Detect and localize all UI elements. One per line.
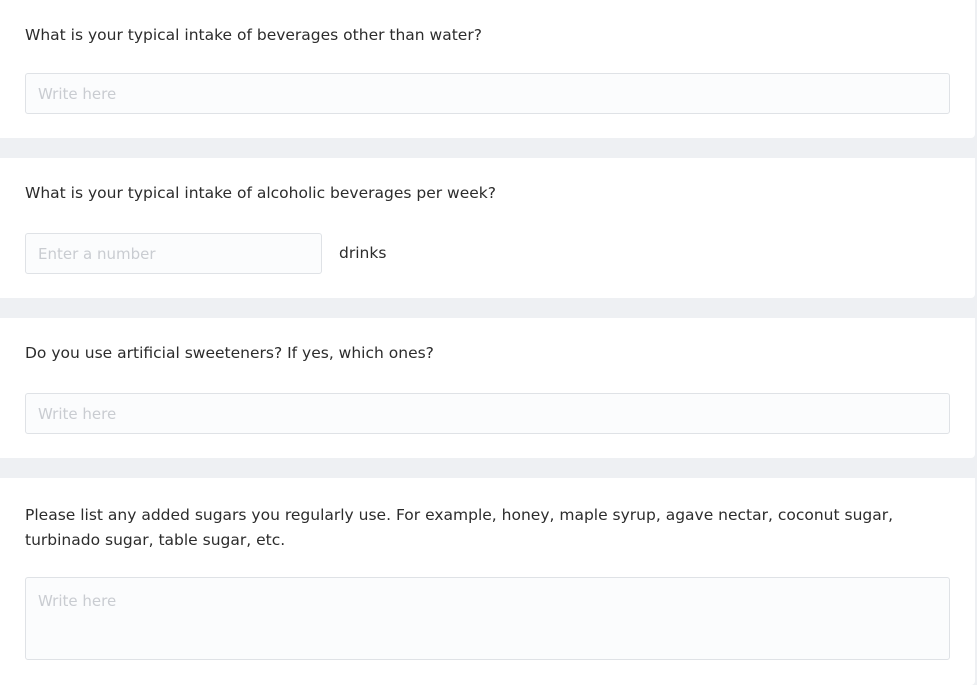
question-label: Do you use artificial sweeteners? If yes… (25, 344, 434, 362)
question-card-added-sugars: Please list any added sugars you regular… (0, 478, 975, 685)
question-card-sweeteners: Do you use artificial sweeteners? If yes… (0, 318, 975, 458)
added-sugars-textarea[interactable] (25, 577, 950, 660)
alcohol-number-input[interactable] (25, 233, 322, 274)
question-card-alcohol: What is your typical intake of alcoholic… (0, 158, 975, 298)
beverages-input[interactable] (25, 73, 950, 114)
question-label: What is your typical intake of beverages… (25, 26, 482, 44)
question-label: Please list any added sugars you regular… (25, 506, 894, 549)
sweeteners-input[interactable] (25, 393, 950, 434)
unit-label: drinks (339, 244, 387, 262)
question-label: What is your typical intake of alcoholic… (25, 184, 496, 202)
question-card-beverages: What is your typical intake of beverages… (0, 0, 975, 138)
